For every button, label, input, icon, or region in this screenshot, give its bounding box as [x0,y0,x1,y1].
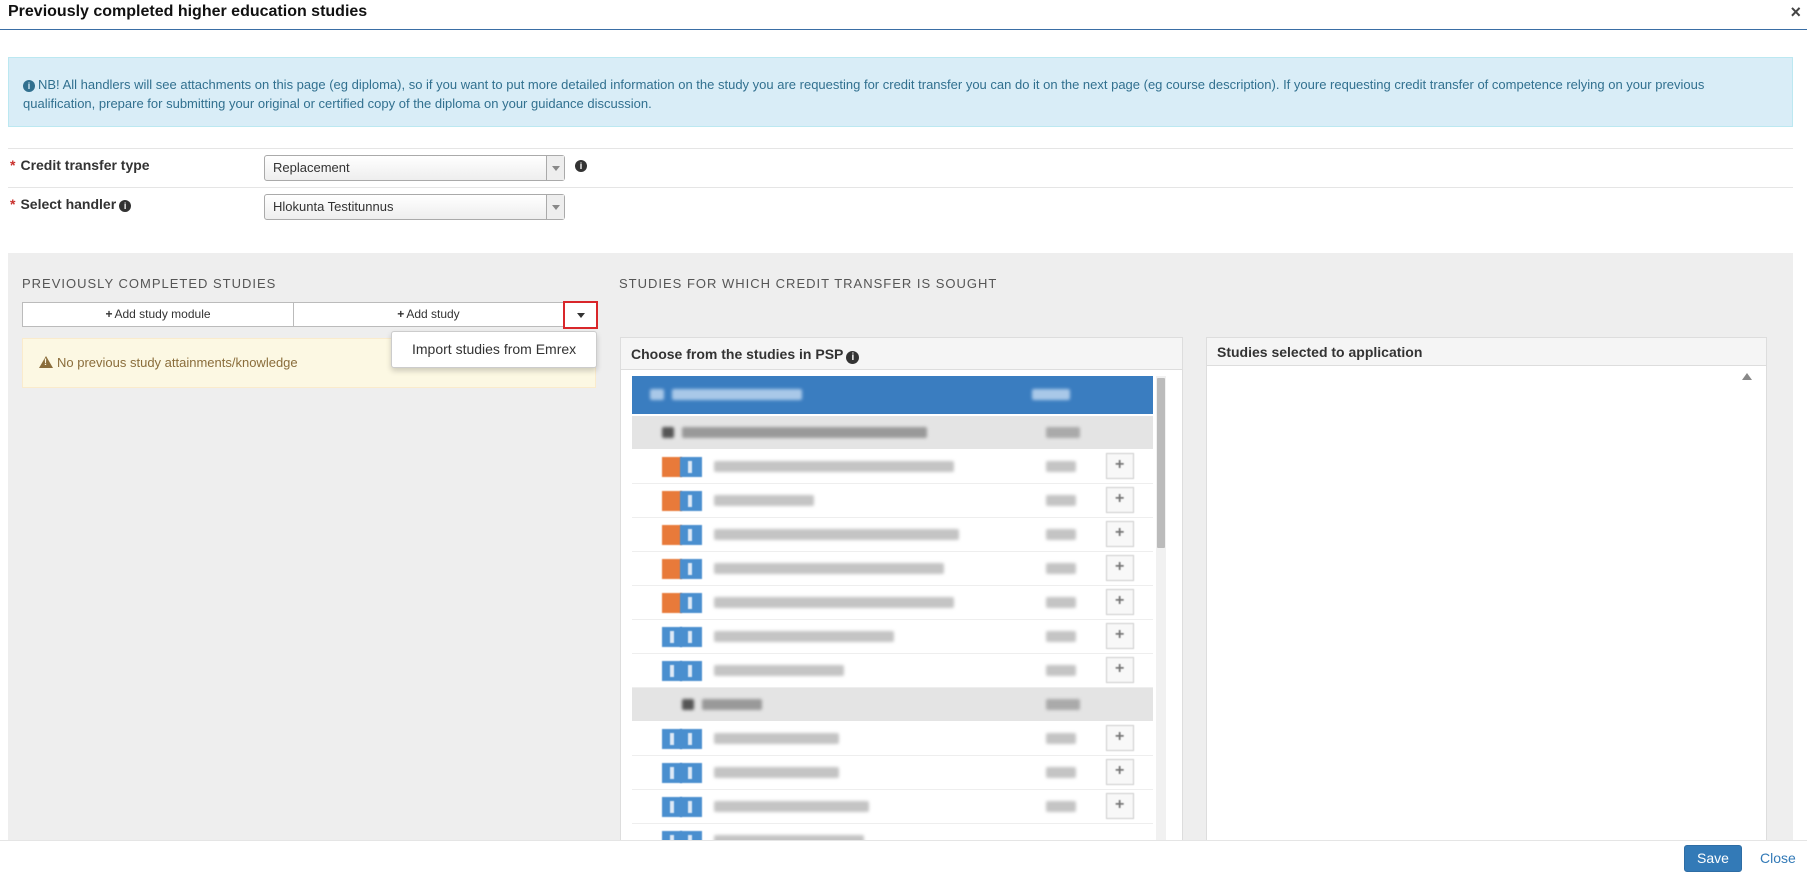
selected-studies-panel: Studies selected to application [1206,337,1767,842]
chevron-down-icon [546,156,564,180]
import-emrex-menu-item[interactable]: Import studies from Emrex [391,331,597,368]
info-alert-text: NB! All handlers will see attachments on… [23,77,1705,111]
tree-course-row[interactable] [632,586,1153,620]
dialog-title: Previously completed higher education st… [8,3,368,20]
scroll-up-icon[interactable] [1742,373,1752,380]
credit-transfer-type-label: * Credit transfer type [10,157,150,173]
select-handler-label: * Select handler i [10,196,132,212]
dialog-header: Previously completed higher education st… [0,0,1807,30]
tree-course-row[interactable] [632,620,1153,654]
tree-scrollbar-thumb[interactable] [1157,378,1165,548]
warning-icon [39,356,53,368]
choose-studies-panel-title: Choose from the studies in PSP [631,346,844,362]
info-icon[interactable]: i [575,160,587,172]
choose-studies-panel-header: Choose from the studies in PSP i [621,338,1182,370]
divider [8,187,1793,188]
previous-studies-title: PREVIOUSLY COMPLETED STUDIES [22,276,277,291]
add-study-module-label: Add study module [114,307,211,321]
close-icon[interactable]: × [1790,2,1801,23]
add-study-module-button[interactable]: + Add study module [22,302,294,327]
tree-course-row[interactable] [632,518,1153,552]
credit-transfer-type-value: Replacement [273,160,350,175]
psp-studies-tree[interactable] [632,376,1153,842]
chevron-down-icon [546,195,564,219]
credit-transfer-studies-title: STUDIES FOR WHICH CREDIT TRANSFER IS SOU… [619,276,998,291]
tree-course-row[interactable] [632,722,1153,756]
tree-course-row[interactable] [632,552,1153,586]
tree-course-row[interactable] [632,654,1153,688]
plus-icon: + [105,307,113,321]
info-icon: i [23,80,35,92]
tree-group-row[interactable] [632,416,1153,449]
dialog-footer [0,840,1807,873]
info-icon[interactable]: i [119,200,132,212]
warning-text: No previous study attainments/knowledge [57,355,298,370]
divider [8,148,1793,149]
close-button[interactable]: Close [1760,850,1796,866]
add-study-button[interactable]: + Add study [293,302,564,327]
select-handler-label-text: Select handler [20,196,117,212]
tree-root-row[interactable] [632,376,1153,414]
tree-course-row[interactable] [632,450,1153,484]
credit-transfer-type-select[interactable]: Replacement [264,155,565,181]
info-alert: i NB! All handlers will see attachments o… [8,57,1793,127]
required-marker: * [10,157,16,173]
credit-transfer-type-label-text: Credit transfer type [20,157,150,173]
add-study-label: Add study [406,307,460,321]
select-handler-value: Hlokunta Testitunnus [273,199,394,214]
selected-studies-panel-title: Studies selected to application [1217,344,1423,360]
tree-course-row[interactable] [632,756,1153,790]
selected-studies-panel-header: Studies selected to application [1207,338,1766,366]
tree-group-row[interactable] [632,688,1153,721]
info-icon[interactable]: i [846,351,860,364]
tree-course-row[interactable] [632,790,1153,824]
save-button[interactable]: Save [1684,845,1742,872]
add-study-dropdown-toggle[interactable] [563,301,598,329]
select-handler-select[interactable]: Hlokunta Testitunnus [264,194,565,220]
tree-course-row[interactable] [632,484,1153,518]
required-marker: * [10,196,16,212]
plus-icon: + [397,307,405,321]
